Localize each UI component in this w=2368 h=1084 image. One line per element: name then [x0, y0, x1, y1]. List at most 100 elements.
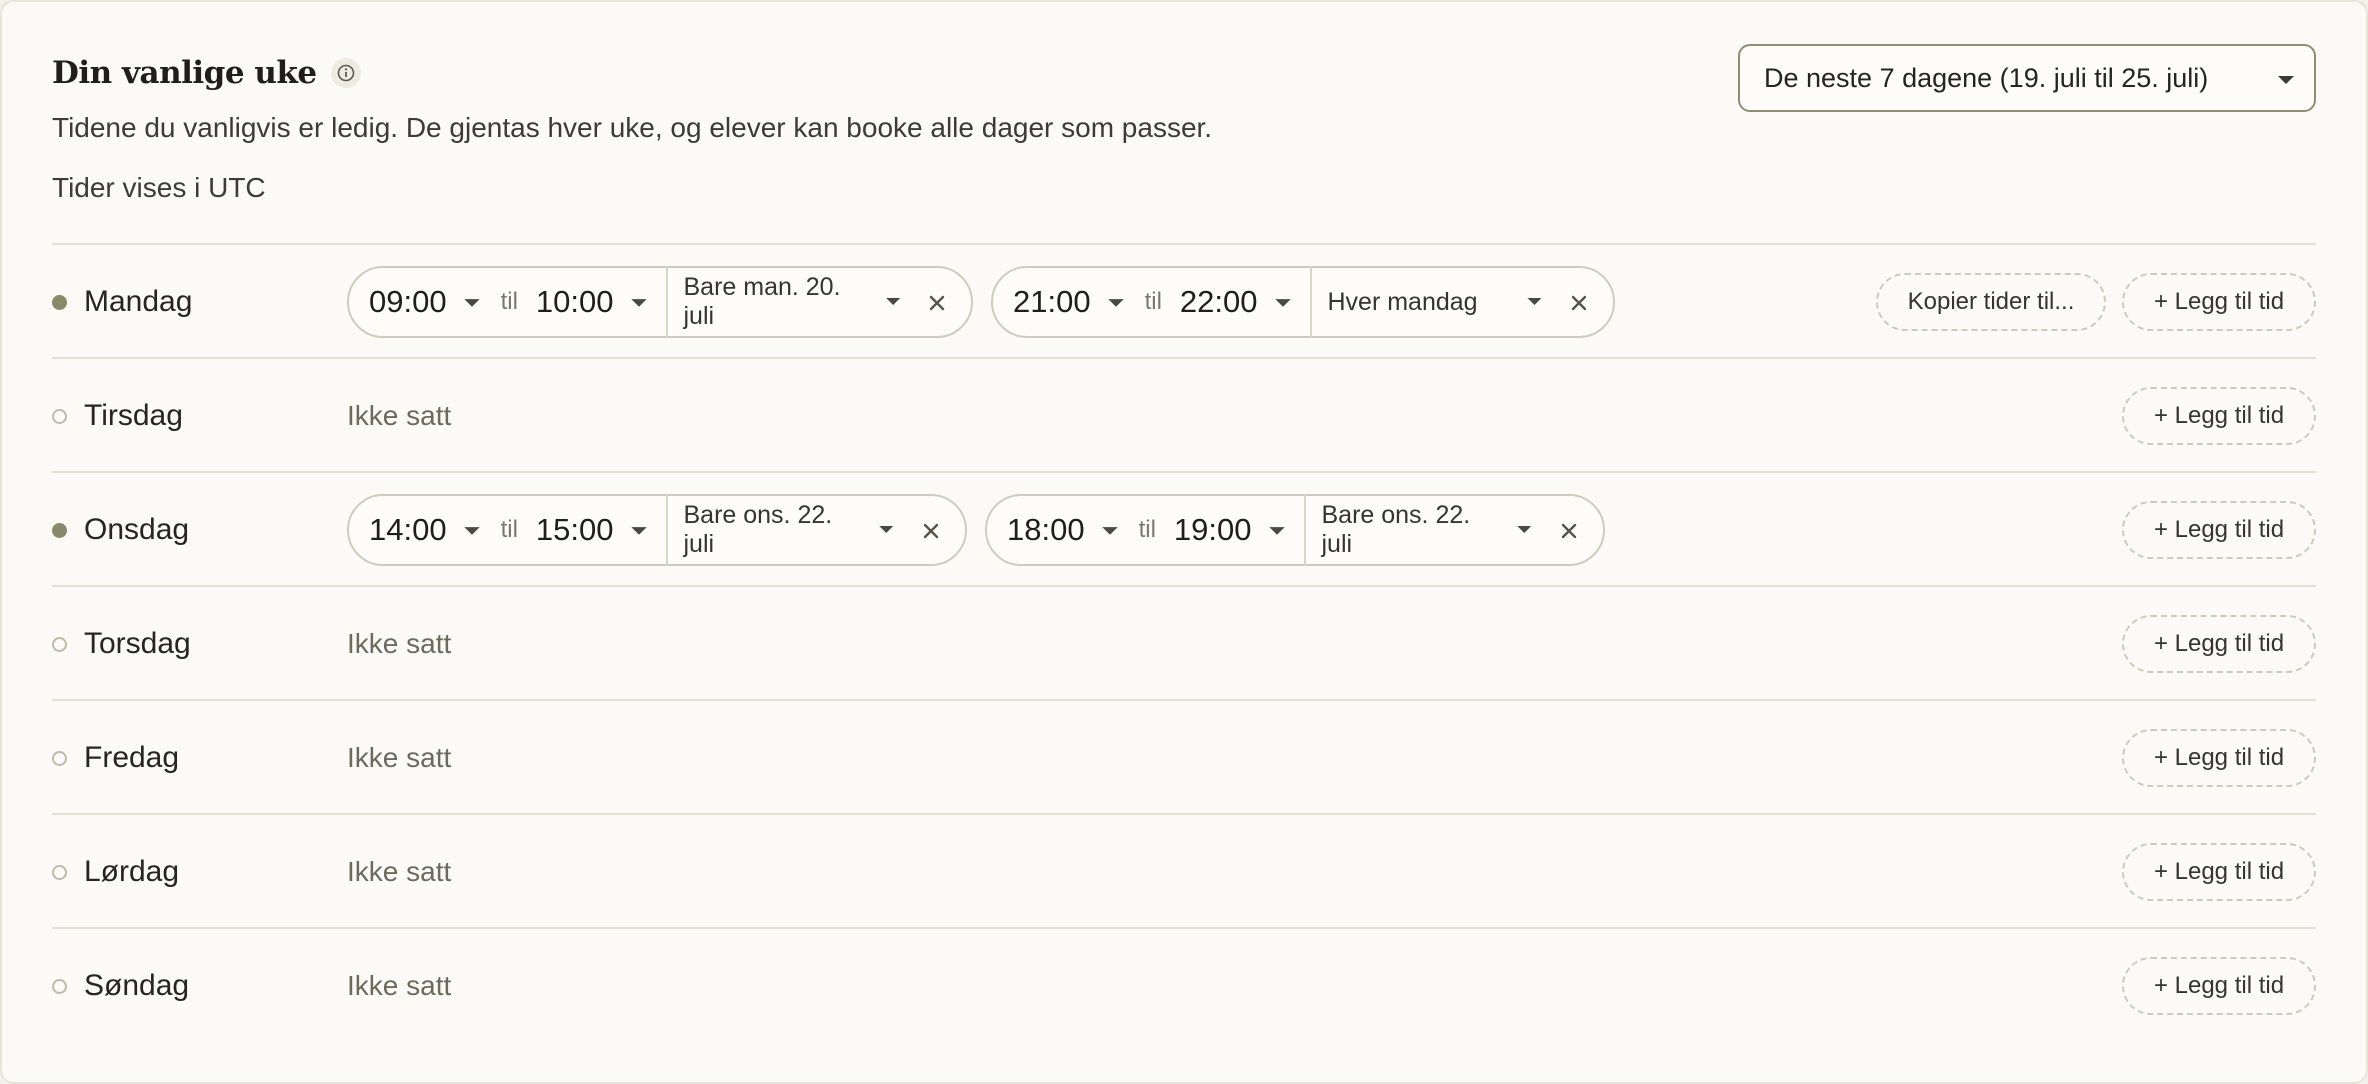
inactive-dot-icon	[52, 636, 67, 652]
end-time-value: 15:00	[535, 512, 614, 547]
day-name: Torsdag	[84, 627, 191, 660]
time-slot: 14:00 til 15:00 Bare ons. 22. juli	[347, 494, 967, 566]
chevron-down-icon	[1107, 298, 1124, 307]
timezone-note: Tider vises i UTC	[52, 172, 266, 203]
chevron-down-icon	[879, 526, 894, 533]
repeat-value: Bare ons. 22. juli	[1321, 501, 1471, 558]
weekday-list: Mandag 09:00 til 10:00 Bare man. 20. juli 21:…	[52, 243, 2316, 1041]
day-row-søndag: Søndag Ikke satt + Legg til tid	[52, 927, 2316, 1041]
day-row-lørdag: Lørdag Ikke satt + Legg til tid	[52, 813, 2316, 927]
start-time-value: 18:00	[1007, 512, 1085, 547]
inactive-dot-icon	[52, 978, 67, 994]
start-time-value: 09:00	[369, 284, 447, 319]
add-time-button[interactable]: + Legg til tid	[2122, 387, 2316, 445]
add-time-button[interactable]: + Legg til tid	[2122, 957, 2316, 1015]
remove-slot-icon[interactable]	[1555, 517, 1583, 545]
day-label: Mandag	[52, 245, 192, 359]
not-set-label: Ikke satt	[347, 856, 452, 887]
day-row-onsdag: Onsdag 14:00 til 15:00 Bare ons. 22. juli 18:…	[52, 471, 2316, 585]
active-dot-icon	[52, 522, 67, 538]
chevron-down-icon	[2278, 76, 2294, 84]
time-slot: 09:00 til 10:00 Bare man. 20. juli	[347, 266, 973, 338]
inactive-dot-icon	[52, 864, 67, 880]
time-slot: 21:00 til 22:00 Hver mandag	[991, 266, 1615, 338]
til-label: til	[1138, 516, 1156, 543]
chevron-down-icon	[630, 298, 647, 307]
start-time-value: 14:00	[369, 512, 447, 547]
divider	[665, 266, 668, 338]
day-label: Onsdag	[52, 473, 189, 587]
chevron-down-icon	[885, 298, 900, 305]
page-title: Din vanlige uke	[52, 55, 317, 91]
day-name: Søndag	[84, 969, 190, 1002]
inactive-dot-icon	[52, 750, 67, 766]
copy-times-button[interactable]: Kopier tider til...	[1876, 273, 2106, 331]
not-set-label: Ikke satt	[347, 742, 452, 773]
repeat-select[interactable]: Hver mandag	[1328, 288, 1544, 317]
til-label: til	[500, 288, 518, 315]
add-time-button[interactable]: + Legg til tid	[2122, 729, 2316, 787]
remove-slot-icon[interactable]	[923, 289, 951, 317]
day-name: Fredag	[84, 741, 180, 774]
not-set-label: Ikke satt	[347, 400, 452, 431]
day-name: Onsdag	[84, 513, 190, 546]
add-time-button[interactable]: + Legg til tid	[2122, 615, 2316, 673]
subtitle: Tidene du vanligvis er ledig. De gjentas…	[52, 112, 1213, 143]
start-time-value: 21:00	[1013, 284, 1091, 319]
end-time-select[interactable]: 19:00	[1174, 512, 1286, 548]
day-name: Lørdag	[84, 855, 180, 888]
end-time-select[interactable]: 22:00	[1180, 284, 1292, 320]
time-slots: 09:00 til 10:00 Bare man. 20. juli 21:00 til 2…	[347, 266, 1615, 338]
day-row-tirsdag: Tirsdag Ikke satt + Legg til tid	[52, 357, 2316, 471]
repeat-value: Bare man. 20. juli	[683, 273, 841, 330]
day-label: Søndag	[52, 929, 189, 1043]
end-time-value: 19:00	[1173, 512, 1252, 547]
chevron-down-icon	[463, 298, 480, 307]
chevron-down-icon	[630, 526, 647, 535]
day-row-torsdag: Torsdag Ikke satt + Legg til tid	[52, 585, 2316, 699]
end-time-select[interactable]: 10:00	[536, 284, 648, 320]
inactive-dot-icon	[52, 408, 67, 424]
end-time-select[interactable]: 15:00	[536, 512, 648, 548]
repeat-select[interactable]: Bare ons. 22. juli	[684, 501, 896, 559]
add-time-button[interactable]: + Legg til tid	[2122, 273, 2316, 331]
repeat-value: Hver mandag	[1327, 287, 1478, 316]
chevron-down-icon	[1274, 298, 1291, 307]
start-time-select[interactable]: 18:00	[1007, 512, 1119, 548]
divider	[665, 494, 668, 566]
day-label: Tirsdag	[52, 359, 183, 473]
repeat-select[interactable]: Bare ons. 22. juli	[1322, 501, 1534, 559]
add-time-button[interactable]: + Legg til tid	[2122, 501, 2316, 559]
start-time-select[interactable]: 14:00	[369, 512, 481, 548]
til-label: til	[1144, 288, 1162, 315]
start-time-select[interactable]: 21:00	[1013, 284, 1125, 320]
time-slots: 14:00 til 15:00 Bare ons. 22. juli 18:00 til 1…	[347, 494, 1605, 566]
not-set-label: Ikke satt	[347, 628, 452, 659]
til-label: til	[500, 516, 518, 543]
end-time-value: 22:00	[1179, 284, 1258, 319]
day-name: Mandag	[84, 285, 193, 318]
day-name: Tirsdag	[84, 399, 183, 432]
date-range-select[interactable]: De neste 7 dagene (19. juli til 25. juli…	[1738, 44, 2316, 112]
availability-card: Din vanlige uke Tidene du vanligvis er l…	[0, 0, 2368, 1084]
remove-slot-icon[interactable]	[917, 517, 945, 545]
add-time-button[interactable]: + Legg til tid	[2122, 843, 2316, 901]
day-label: Fredag	[52, 701, 179, 815]
chevron-down-icon	[1527, 298, 1542, 305]
chevron-down-icon	[1268, 526, 1285, 535]
day-row-fredag: Fredag Ikke satt + Legg til tid	[52, 699, 2316, 813]
info-icon[interactable]	[330, 58, 361, 88]
active-dot-icon	[52, 294, 67, 310]
repeat-select[interactable]: Bare man. 20. juli	[684, 273, 902, 331]
remove-slot-icon[interactable]	[1565, 289, 1593, 317]
start-time-select[interactable]: 09:00	[369, 284, 481, 320]
chevron-down-icon	[1101, 526, 1118, 535]
divider	[1303, 494, 1306, 566]
day-label: Lørdag	[52, 815, 179, 929]
day-label: Torsdag	[52, 587, 191, 701]
date-range-value: De neste 7 dagene (19. juli til 25. juli…	[1764, 62, 2209, 93]
divider	[1309, 266, 1312, 338]
end-time-value: 10:00	[535, 284, 614, 319]
repeat-value: Bare ons. 22. juli	[683, 501, 833, 558]
not-set-label: Ikke satt	[347, 970, 452, 1001]
